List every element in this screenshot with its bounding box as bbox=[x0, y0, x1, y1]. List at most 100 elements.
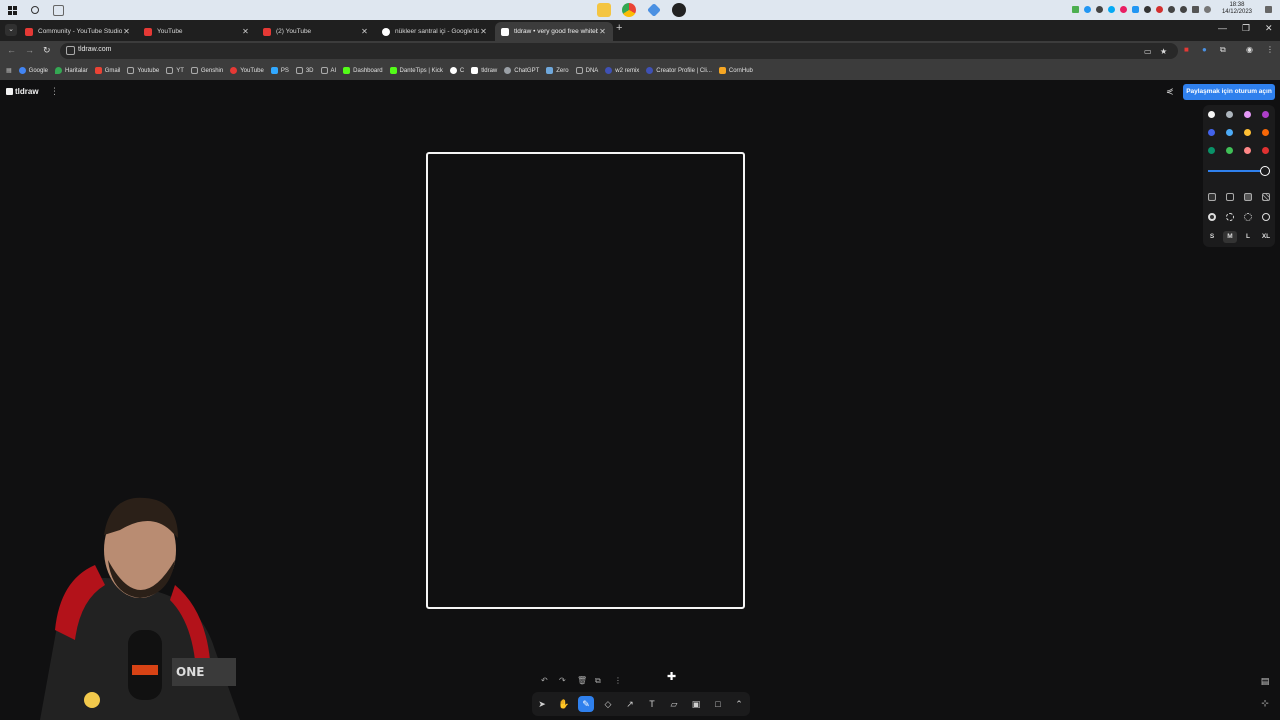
signin-share-button[interactable]: Paylaşmak için oturum açın bbox=[1183, 84, 1275, 100]
tray-icon[interactable] bbox=[1143, 5, 1151, 13]
rectangle-tool-icon[interactable]: □ bbox=[710, 696, 726, 712]
opacity-slider-knob[interactable] bbox=[1260, 166, 1270, 176]
share-icon[interactable]: ⋞ bbox=[1166, 86, 1174, 97]
tray-icon[interactable] bbox=[1071, 5, 1079, 13]
color-swatch-red[interactable] bbox=[1262, 147, 1269, 154]
browser-menu-icon[interactable]: ⋮ bbox=[1266, 45, 1274, 54]
extensions-puzzle-icon[interactable]: ⧉ bbox=[1220, 45, 1226, 55]
tray-icon[interactable] bbox=[1155, 5, 1163, 13]
reload-icon[interactable]: ↻ bbox=[43, 45, 51, 56]
bookmark-item[interactable]: Dashboard bbox=[343, 67, 383, 74]
opacity-slider-track[interactable] bbox=[1208, 170, 1266, 172]
browser-tab[interactable]: Community - YouTube Studio ✕ bbox=[19, 22, 137, 41]
app-icon-dark[interactable] bbox=[672, 3, 686, 17]
close-tab-icon[interactable]: ✕ bbox=[479, 27, 488, 36]
tray-icon[interactable] bbox=[1191, 5, 1199, 13]
bookmark-item[interactable]: Creator Profile | Cli... bbox=[646, 67, 712, 74]
size-xl-button[interactable]: XL bbox=[1259, 231, 1273, 243]
notifications-icon[interactable] bbox=[1265, 5, 1272, 13]
maximize-icon[interactable]: ❐ bbox=[1242, 23, 1250, 34]
dash-solid-icon[interactable] bbox=[1262, 213, 1270, 221]
chrome-icon[interactable] bbox=[622, 3, 636, 17]
more-actions-icon[interactable]: ⋮ bbox=[614, 676, 622, 685]
bookmark-folder[interactable]: Genshin bbox=[190, 67, 223, 74]
tray-icon[interactable] bbox=[1119, 5, 1127, 13]
hand-tool-icon[interactable]: ✋ bbox=[556, 696, 572, 712]
bookmark-item[interactable]: Haritalar bbox=[55, 67, 88, 74]
browser-tab-active[interactable]: tldraw • very good free whiteboard ✕ bbox=[495, 22, 613, 41]
extension-icon[interactable]: ● bbox=[1202, 45, 1207, 54]
color-swatch-white[interactable] bbox=[1208, 111, 1215, 118]
select-tool-icon[interactable]: ➤ bbox=[534, 696, 550, 712]
fill-none-icon[interactable] bbox=[1208, 193, 1216, 201]
help-icon[interactable]: ⊹ bbox=[1258, 698, 1272, 712]
tray-icon[interactable] bbox=[1107, 5, 1115, 13]
bookmark-item[interactable]: C bbox=[449, 67, 464, 74]
close-tab-icon[interactable]: ✕ bbox=[241, 27, 250, 36]
bookmark-item[interactable]: ChatGPT bbox=[504, 67, 539, 74]
taskbar-clock[interactable]: 18:38 14/12/2023 bbox=[1222, 2, 1252, 16]
draw-tool-icon[interactable]: ✎ bbox=[578, 696, 594, 712]
browser-tab[interactable]: YouTube ✕ bbox=[138, 22, 256, 41]
color-swatch-light-green[interactable] bbox=[1226, 147, 1233, 154]
bookmark-item[interactable]: YouTube bbox=[230, 67, 264, 74]
note-tool-icon[interactable]: ▱ bbox=[666, 696, 682, 712]
new-tab-button[interactable]: + bbox=[616, 22, 622, 34]
bookmark-folder[interactable]: DNA bbox=[575, 67, 598, 74]
minimize-icon[interactable]: — bbox=[1218, 23, 1227, 33]
tray-icon[interactable] bbox=[1131, 5, 1139, 13]
close-window-icon[interactable]: ✕ bbox=[1265, 23, 1273, 34]
color-swatch-blue[interactable] bbox=[1208, 129, 1215, 136]
fill-semi-icon[interactable] bbox=[1226, 193, 1234, 201]
tab-search-chevron-icon[interactable]: ⌄ bbox=[5, 24, 17, 36]
windows-start-icon[interactable] bbox=[8, 5, 17, 15]
tray-icon[interactable] bbox=[1083, 5, 1091, 13]
bookmark-folder[interactable]: YT bbox=[166, 67, 184, 74]
apps-grid-icon[interactable]: ▦ bbox=[6, 67, 12, 74]
color-swatch-orange[interactable] bbox=[1262, 129, 1269, 136]
task-view-icon[interactable] bbox=[53, 4, 64, 16]
extension-icon[interactable]: ■ bbox=[1184, 45, 1189, 54]
tray-icon[interactable] bbox=[1095, 5, 1103, 13]
dash-draw-icon[interactable] bbox=[1208, 213, 1216, 221]
bookmark-item[interactable]: w2 remix bbox=[605, 67, 639, 74]
more-tools-chevron-icon[interactable]: ⌃ bbox=[731, 696, 747, 712]
color-swatch-light-blue[interactable] bbox=[1226, 129, 1233, 136]
duplicate-icon[interactable]: ⧉ bbox=[595, 676, 601, 686]
tray-icon[interactable] bbox=[1167, 5, 1175, 13]
dash-dotted-icon[interactable] bbox=[1244, 213, 1252, 221]
address-bar[interactable]: tldraw.com ▭ ★ bbox=[60, 43, 1178, 59]
install-app-icon[interactable]: ▭ bbox=[1144, 47, 1152, 56]
text-tool-icon[interactable]: T bbox=[644, 696, 660, 712]
site-info-icon[interactable] bbox=[66, 46, 75, 55]
bookmark-item[interactable]: Google bbox=[18, 67, 48, 74]
bookmark-item[interactable]: PS bbox=[270, 67, 289, 74]
delete-icon[interactable]: 🗑 bbox=[577, 676, 587, 685]
back-icon[interactable]: ← bbox=[7, 45, 16, 55]
dash-dashed-icon[interactable] bbox=[1226, 213, 1234, 221]
settings-icon[interactable] bbox=[1203, 5, 1211, 13]
image-tool-icon[interactable]: ▣ bbox=[688, 696, 704, 712]
bookmark-star-icon[interactable]: ★ bbox=[1160, 47, 1167, 56]
rectangle-shape[interactable] bbox=[426, 152, 745, 609]
app-icon-blue[interactable] bbox=[647, 3, 661, 17]
fill-pattern-icon[interactable] bbox=[1262, 193, 1270, 201]
bookmark-item[interactable]: CornHub bbox=[718, 67, 753, 74]
fill-solid-icon[interactable] bbox=[1244, 193, 1252, 201]
arrow-tool-icon[interactable]: ↗ bbox=[622, 696, 638, 712]
search-icon[interactable] bbox=[31, 6, 39, 14]
bookmark-folder[interactable]: Youtube bbox=[127, 67, 159, 74]
bookmark-item[interactable]: tldraw bbox=[471, 67, 497, 74]
eraser-tool-icon[interactable]: ◇ bbox=[600, 696, 616, 712]
undo-icon[interactable]: ↶ bbox=[541, 676, 548, 685]
color-swatch-light-violet[interactable] bbox=[1244, 111, 1251, 118]
bookmark-item[interactable]: DanteTips | Kick bbox=[389, 67, 443, 74]
bookmark-folder[interactable]: AI bbox=[320, 67, 336, 74]
minimap-icon[interactable]: ▤ bbox=[1258, 676, 1272, 690]
color-swatch-light-red[interactable] bbox=[1244, 147, 1251, 154]
forward-icon[interactable]: → bbox=[25, 45, 34, 55]
close-tab-icon[interactable]: ✕ bbox=[360, 27, 369, 36]
size-m-button[interactable]: M bbox=[1223, 231, 1237, 243]
main-menu-icon[interactable]: ⋮ bbox=[50, 86, 59, 97]
color-swatch-grey[interactable] bbox=[1226, 111, 1233, 118]
